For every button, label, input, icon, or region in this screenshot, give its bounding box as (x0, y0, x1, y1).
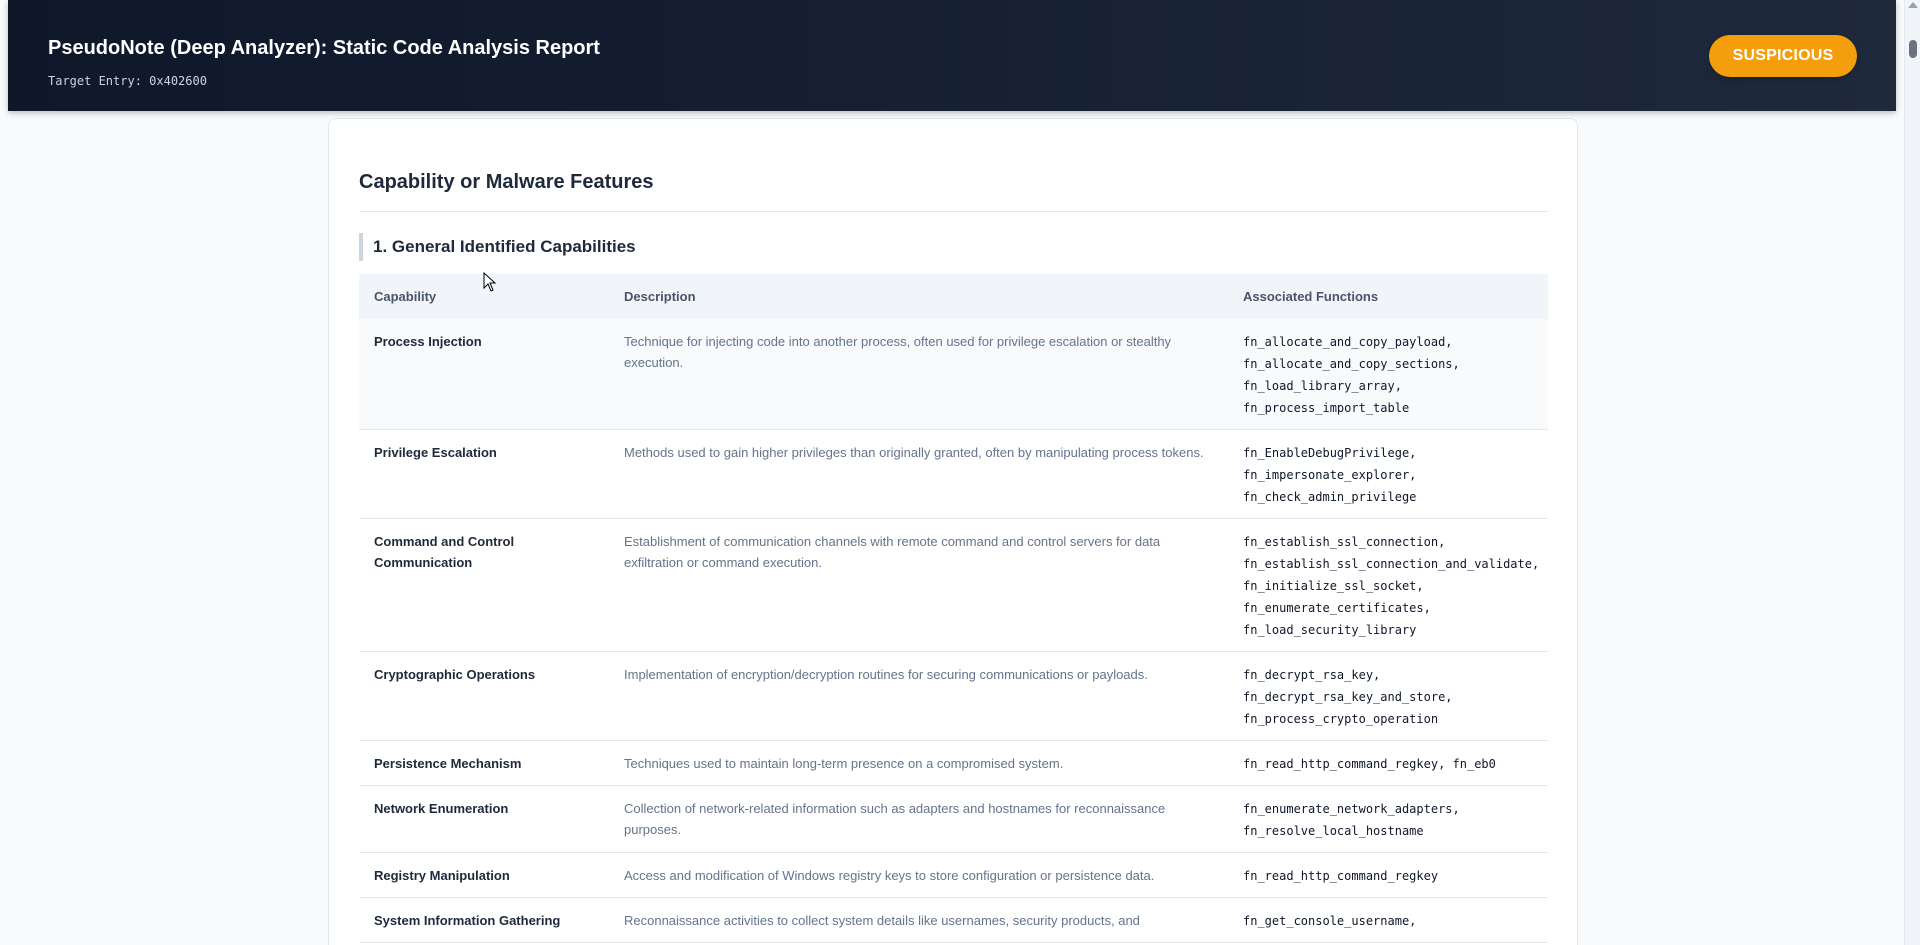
scroll-up-arrow-icon[interactable] (1908, 2, 1918, 8)
functions-cell: fn_establish_ssl_connection, fn_establish… (1228, 518, 1548, 652)
verdict-badge: SUSPICIOUS (1709, 35, 1857, 77)
function-name: fn_initialize_ssl_socket, (1243, 579, 1424, 593)
function-name: fn_resolve_local_hostname (1243, 824, 1424, 838)
function-name: fn_allocate_and_copy_sections, (1243, 357, 1460, 371)
description-cell: Collection of network-related informatio… (609, 785, 1228, 853)
function-name: fn_establish_ssl_connection, (1243, 535, 1446, 549)
capability-cell: Registry Manipulation (359, 852, 609, 898)
capability-cell: Privilege Escalation (359, 429, 609, 519)
function-name: fn_EnableDebugPrivilege, (1243, 446, 1417, 460)
report-viewport: PseudoNote (Deep Analyzer): Static Code … (0, 0, 1920, 945)
function-name: fn_enumerate_network_adapters, (1243, 802, 1460, 816)
function-name: fn_check_admin_privilege (1243, 490, 1417, 504)
capability-cell: Cryptographic Operations (359, 651, 609, 741)
function-name: fn_process_import_table (1243, 401, 1410, 415)
function-name: fn_get_console_username, (1243, 914, 1417, 928)
capability-cell: Process Injection (359, 319, 609, 430)
function-name: fn_load_library_array, (1243, 379, 1402, 393)
description-cell: Implementation of encryption/decryption … (609, 651, 1228, 741)
function-name: fn_decrypt_rsa_key_and_store, (1243, 690, 1453, 704)
description-cell: Reconnaissance activities to collect sys… (609, 897, 1228, 943)
function-name: fn_load_security_library (1243, 623, 1417, 637)
functions-cell: fn_read_http_command_regkey, fn_eb0 (1228, 740, 1548, 786)
capability-cell: Network Enumeration (359, 785, 609, 853)
functions-cell: fn_read_http_command_regkey (1228, 852, 1548, 898)
function-name: fn_allocate_and_copy_payload, (1243, 335, 1453, 349)
function-name: fn_impersonate_explorer, (1243, 468, 1417, 482)
function-name: fn_enumerate_certificates, (1243, 601, 1431, 615)
capability-cell: Command and Control Communication (359, 518, 609, 652)
description-cell: Techniques used to maintain long-term pr… (609, 740, 1228, 786)
table-row: Command and Control Communication Establi… (359, 518, 1548, 652)
column-header-description: Description (609, 274, 1228, 319)
function-name: fn_establish_ssl_connection_and_validate… (1243, 557, 1540, 571)
functions-cell: fn_allocate_and_copy_payload, fn_allocate… (1228, 319, 1548, 430)
table-row: Registry Manipulation Access and modifica… (359, 852, 1548, 898)
target-entry: Target Entry: 0x402600 (48, 74, 207, 88)
scrollbar-thumb[interactable] (1909, 40, 1917, 58)
capabilities-card: Capability or Malware Features 1. Genera… (328, 118, 1578, 945)
page-title: PseudoNote (Deep Analyzer): Static Code … (48, 37, 600, 59)
functions-cell: fn_EnableDebugPrivilege, fn_impersonate_e… (1228, 429, 1548, 519)
mouse-pointer-icon (483, 272, 497, 292)
capability-cell: Persistence Mechanism (359, 740, 609, 786)
table-row: Cryptographic Operations Implementation o… (359, 651, 1548, 741)
functions-cell: fn_enumerate_network_adapters, fn_resolve… (1228, 785, 1548, 853)
table-row: Persistence Mechanism Techniques used to … (359, 740, 1548, 786)
table-row: Privilege Escalation Methods used to gain… (359, 429, 1548, 519)
description-cell: Methods used to gain higher privileges t… (609, 429, 1228, 519)
vertical-scrollbar[interactable] (1904, 0, 1920, 945)
table-row: Network Enumeration Collection of network… (359, 785, 1548, 853)
description-cell: Access and modification of Windows regis… (609, 852, 1228, 898)
functions-cell: fn_get_console_username, (1228, 897, 1548, 943)
subsection-title: 1. General Identified Capabilities (359, 233, 636, 261)
table-body: Process Injection Technique for injecting… (359, 319, 1548, 943)
subsection-title-text: 1. General Identified Capabilities (373, 237, 636, 256)
function-name: fn_decrypt_rsa_key, (1243, 668, 1381, 682)
description-cell: Technique for injecting code into anothe… (609, 319, 1228, 430)
section-title: Capability or Malware Features (359, 171, 654, 193)
capability-cell: System Information Gathering (359, 897, 609, 943)
function-name: fn_read_http_command_regkey (1243, 869, 1439, 883)
report-header: PseudoNote (Deep Analyzer): Static Code … (8, 0, 1896, 111)
capabilities-table: Capability Description Associated Functi… (359, 274, 1548, 943)
functions-cell: fn_decrypt_rsa_key, fn_decrypt_rsa_key_an… (1228, 651, 1548, 741)
column-header-functions: Associated Functions (1228, 274, 1548, 319)
section-divider (359, 211, 1548, 212)
description-cell: Establishment of communication channels … (609, 518, 1228, 652)
function-name: fn_process_crypto_operation (1243, 712, 1439, 726)
table-row: System Information Gathering Reconnaissan… (359, 897, 1548, 943)
function-name: fn_read_http_command_regkey, fn_eb0 (1243, 757, 1496, 771)
table-row: Process Injection Technique for injecting… (359, 319, 1548, 430)
table-header-row: Capability Description Associated Functi… (359, 274, 1548, 319)
